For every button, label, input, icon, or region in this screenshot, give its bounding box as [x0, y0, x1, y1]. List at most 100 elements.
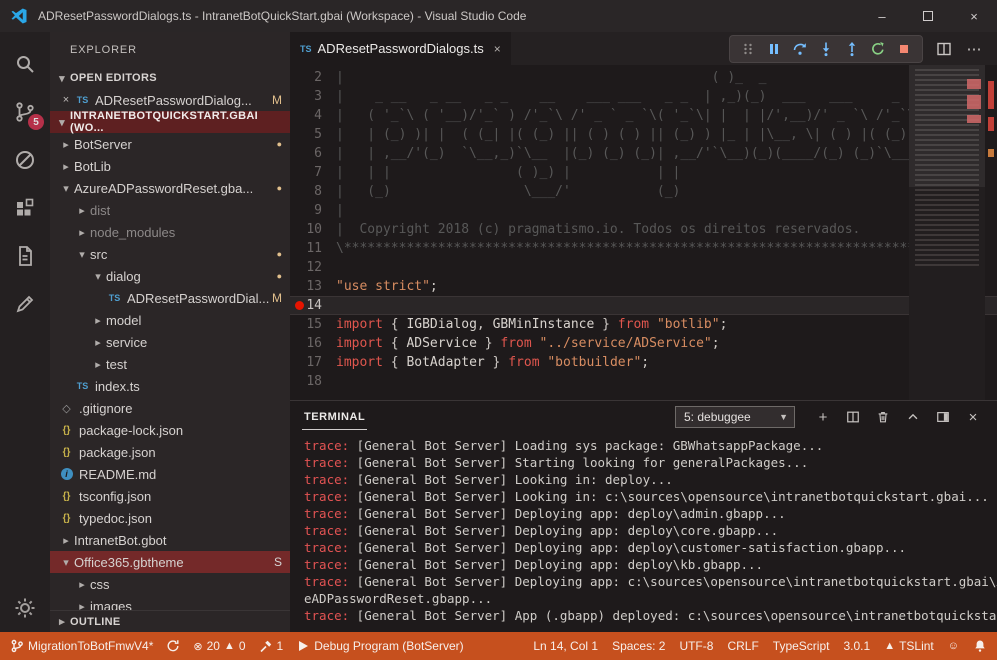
- terminal-panel-tab[interactable]: TERMINAL: [302, 405, 367, 430]
- close-panel-button[interactable]: ×: [961, 405, 985, 429]
- code-line-3[interactable]: 3| _ __ _ __ _ _ __ ___ ___ _ _ | ,_)(_)…: [290, 87, 997, 106]
- eol-indicator[interactable]: CRLF: [727, 639, 758, 653]
- tree-item-tsconfig-json[interactable]: {}tsconfig.json: [50, 485, 290, 507]
- split-editor-button[interactable]: [931, 36, 957, 62]
- kill-terminal-button[interactable]: [871, 405, 895, 429]
- encoding-indicator[interactable]: UTF-8: [679, 639, 713, 653]
- new-terminal-button[interactable]: +: [811, 405, 835, 429]
- tree-item-model[interactable]: ▸model: [50, 309, 290, 331]
- code-line-2[interactable]: 2| ( )_ _ |: [290, 68, 997, 87]
- settings-button[interactable]: [0, 584, 50, 632]
- code-line-5[interactable]: 5| | (_) )| | ( (_| |( (_) || ( ) ( ) ||…: [290, 125, 997, 144]
- code-line-13[interactable]: 13"use strict";: [290, 277, 997, 296]
- minimap[interactable]: [909, 65, 985, 400]
- restart-button[interactable]: [866, 38, 890, 60]
- terminal-selector[interactable]: 5: debuggee ▼: [675, 406, 795, 428]
- stop-button[interactable]: [892, 38, 916, 60]
- tree-item-service[interactable]: ▸service: [50, 331, 290, 353]
- documents-view-button[interactable]: [0, 232, 50, 280]
- debug-view-button[interactable]: [0, 136, 50, 184]
- tree-item-css[interactable]: ▸css: [50, 573, 290, 595]
- toggle-panel-position-button[interactable]: [931, 405, 955, 429]
- version-indicator[interactable]: 3.0.1: [843, 639, 870, 653]
- notifications-button[interactable]: [973, 639, 987, 653]
- tree-item-test[interactable]: ▸test: [50, 353, 290, 375]
- sync-button[interactable]: [166, 639, 180, 653]
- tree-item-botlib[interactable]: ▸BotLib: [50, 155, 290, 177]
- tree-item-adresetpassworddial[interactable]: TSADResetPasswordDial...M: [50, 287, 290, 309]
- tree-item-node-modules[interactable]: ▸node_modules: [50, 221, 290, 243]
- code-line-12[interactable]: 12: [290, 258, 997, 277]
- edit-view-button[interactable]: [0, 280, 50, 328]
- code-line-18[interactable]: 18: [290, 372, 997, 391]
- code-line-16[interactable]: 16import { ADService } from "../service/…: [290, 334, 997, 353]
- debug-status[interactable]: Debug Program (BotServer): [296, 639, 463, 653]
- trace-label: trace:: [304, 455, 349, 470]
- git-branch-icon: [10, 639, 24, 653]
- code-line-14[interactable]: 14: [290, 296, 997, 315]
- code-line-7[interactable]: 7| | | ( )_) | | | |: [290, 163, 997, 182]
- toolbar-drag-handle[interactable]: [736, 38, 760, 60]
- code-line-6[interactable]: 6| | ,__/'(_) `\__,_)`\__ |(_) (_) (_)| …: [290, 144, 997, 163]
- tree-item-package-json[interactable]: {}package.json: [50, 441, 290, 463]
- tree-item-dialog[interactable]: ▾dialog●: [50, 265, 290, 287]
- tree-item-package-lock-json[interactable]: {}package-lock.json: [50, 419, 290, 441]
- outline-section-header[interactable]: ▸ OUTLINE: [50, 610, 290, 632]
- tree-item-intranetbot-gbot[interactable]: ▸IntranetBot.gbot: [50, 529, 290, 551]
- step-over-button[interactable]: [788, 38, 812, 60]
- chevron-right-icon: ▸: [58, 138, 74, 151]
- cursor-position[interactable]: Ln 14, Col 1: [533, 639, 598, 653]
- tree-item-azureadpasswordreset-gba[interactable]: ▾AzureADPasswordReset.gba...●: [50, 177, 290, 199]
- tree-item-index-ts[interactable]: TSindex.ts: [50, 375, 290, 397]
- tree-item-botserver[interactable]: ▸BotServer●: [50, 133, 290, 155]
- language-indicator[interactable]: TypeScript: [773, 639, 830, 653]
- step-out-button[interactable]: [840, 38, 864, 60]
- tree-item-gitignore[interactable]: ◇.gitignore: [50, 397, 290, 419]
- workspace-section-header[interactable]: ▾ INTRANETBOTQUICKSTART.GBAI (WO...: [50, 111, 290, 133]
- overview-ruler[interactable]: [985, 65, 997, 400]
- tree-item-label: IntranetBot.gbot: [74, 533, 167, 548]
- more-actions-button[interactable]: ⋯: [961, 36, 987, 62]
- tree-item-dist[interactable]: ▸dist: [50, 199, 290, 221]
- tree-item-readme-md[interactable]: iREADME.md: [50, 463, 290, 485]
- code-text: | ( )_ _ |: [336, 68, 954, 87]
- maximize-panel-button[interactable]: [901, 405, 925, 429]
- problems-indicator[interactable]: ⊗ 20 ▲ 0: [193, 639, 245, 653]
- tree-item-typedoc-json[interactable]: {}typedoc.json: [50, 507, 290, 529]
- git-branch-indicator[interactable]: MigrationToBotFmwV4*: [10, 639, 153, 653]
- code-line-4[interactable]: 4| ( '_`\ ( '__)/'_` ) /'_`\ /' _ ` _ `\…: [290, 106, 997, 125]
- tree-item-office365-gbtheme[interactable]: ▾Office365.gbthemeS: [50, 551, 290, 573]
- tslint-indicator[interactable]: ▲ TSLint: [884, 639, 934, 653]
- step-into-button[interactable]: [814, 38, 838, 60]
- extensions-view-button[interactable]: [0, 184, 50, 232]
- code-line-8[interactable]: 8| (_) \___/' (_) |: [290, 182, 997, 201]
- split-terminal-button[interactable]: [841, 405, 865, 429]
- code-line-10[interactable]: 10| Copyright 2018 (c) pragmatismo.io. T…: [290, 220, 997, 239]
- open-editors-header[interactable]: ▾ OPEN EDITORS: [50, 67, 290, 89]
- tree-item-label: dialog: [106, 269, 141, 284]
- terminal-output[interactable]: trace: [General Bot Server] Loading sys …: [290, 433, 997, 632]
- code-line-17[interactable]: 17import { BotAdapter } from "botbuilder…: [290, 353, 997, 372]
- tree-item-src[interactable]: ▾src●: [50, 243, 290, 265]
- breakpoint-icon[interactable]: [295, 301, 304, 310]
- terminal-line: trace: [General Bot Server] Deploying ap…: [304, 573, 997, 590]
- panel-layout-icon: [936, 410, 950, 424]
- feedback-button[interactable]: ☺: [948, 640, 959, 652]
- minimize-button[interactable]: –: [859, 0, 905, 32]
- code-line-15[interactable]: 15import { IGBDialog, GBMinInstance } fr…: [290, 315, 997, 334]
- maximize-button[interactable]: [905, 0, 951, 32]
- code-line-11[interactable]: 11\*************************************…: [290, 239, 997, 258]
- search-view-button[interactable]: [0, 40, 50, 88]
- close-editor-icon[interactable]: ×: [58, 94, 74, 106]
- close-button[interactable]: ×: [951, 0, 997, 32]
- tasks-indicator[interactable]: 1: [259, 639, 284, 653]
- code-line-9[interactable]: 9| |: [290, 201, 997, 220]
- close-tab-icon[interactable]: ×: [494, 42, 501, 56]
- code-editor[interactable]: 2| ( )_ _ |3| _ __ _ __ _ _ __ ___ ___ _…: [290, 65, 997, 400]
- open-editor-item[interactable]: × TS ADResetPasswordDialog... M: [50, 89, 290, 111]
- pause-button[interactable]: [762, 38, 786, 60]
- tab-adresetpassworddialogs[interactable]: TS ADResetPasswordDialogs.ts ×: [290, 32, 511, 65]
- source-control-view-button[interactable]: 5: [0, 88, 50, 136]
- status-bar-right: Ln 14, Col 1 Spaces: 2 UTF-8 CRLF TypeSc…: [519, 639, 987, 653]
- indentation-indicator[interactable]: Spaces: 2: [612, 639, 665, 653]
